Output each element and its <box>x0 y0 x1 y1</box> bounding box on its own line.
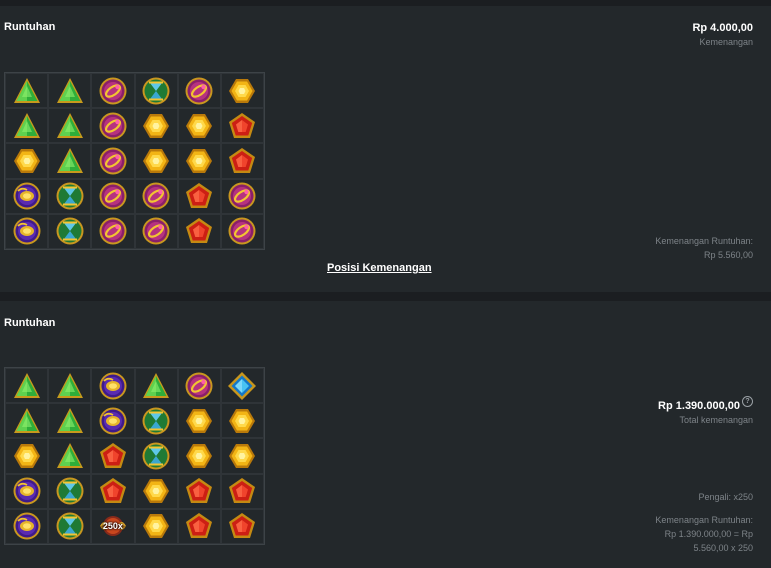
purple-ring-icon <box>134 178 178 214</box>
teal-hourglass-icon <box>48 213 92 249</box>
green-triangle-icon <box>5 368 49 404</box>
green-triangle-icon <box>48 143 92 179</box>
red-pentagon-icon <box>177 508 221 544</box>
purple-scarab-icon <box>91 368 135 404</box>
gold-hexagon-icon <box>134 473 178 509</box>
purple-ring-icon <box>91 178 135 214</box>
panel-title: Runtuhan <box>4 317 56 329</box>
win-label: Kemenangan <box>699 37 753 47</box>
gold-hexagon-icon <box>5 438 49 474</box>
cascade-win-label: Kemenangan Runtuhan: <box>655 515 753 525</box>
green-triangle-icon <box>134 368 178 404</box>
cascade-panel-1: Runtuhan Rp 4.000,00 Kemenangan Kemenang… <box>0 6 771 292</box>
purple-ring-icon <box>177 73 221 109</box>
teal-hourglass-icon <box>134 438 178 474</box>
red-pentagon-icon <box>220 473 264 509</box>
purple-ring-icon <box>91 108 135 144</box>
panel-title: Runtuhan <box>4 21 56 33</box>
win-summary: Rp 4.000,00 Kemenangan <box>692 22 753 47</box>
total-win-label: Total kemenangan <box>679 415 753 425</box>
total-win-amount: Rp 1.390.000,00 <box>658 400 740 412</box>
purple-ring-icon <box>91 143 135 179</box>
win-amount: Rp 4.000,00 <box>692 22 753 34</box>
gold-hexagon-icon <box>134 143 178 179</box>
purple-scarab-icon <box>5 178 49 214</box>
gold-hexagon-icon <box>5 143 49 179</box>
green-triangle-icon <box>48 368 92 404</box>
gold-hexagon-icon <box>177 108 221 144</box>
cascade-win-info: Kemenangan Runtuhan: Rp 5.560,00 <box>655 234 753 262</box>
gold-hexagon-icon <box>220 438 264 474</box>
red-pentagon-icon <box>177 473 221 509</box>
multiplier-badge: 250x <box>102 521 123 532</box>
red-pentagon-icon <box>220 108 264 144</box>
green-triangle-icon <box>5 108 49 144</box>
multiplier-orb-icon: 250x <box>91 508 135 544</box>
gold-hexagon-icon <box>134 508 178 544</box>
cascade-win-formula-1: Rp 1.390.000,00 = Rp <box>664 529 753 539</box>
gold-hexagon-icon <box>134 108 178 144</box>
gold-hexagon-icon <box>177 143 221 179</box>
gold-hexagon-icon <box>177 403 221 439</box>
purple-scarab-icon <box>91 403 135 439</box>
teal-hourglass-icon <box>134 403 178 439</box>
purple-ring-icon <box>91 213 135 249</box>
red-pentagon-icon <box>177 178 221 214</box>
cascade-panel-2: Runtuhan 250x Rp 1.390.000,00? Total kem… <box>0 301 771 568</box>
blue-diamond-icon <box>220 368 264 404</box>
purple-ring-icon <box>220 178 264 214</box>
cascade-win-value: Rp 5.560,00 <box>703 250 753 260</box>
gold-hexagon-icon <box>220 403 264 439</box>
purple-scarab-icon <box>5 213 49 249</box>
green-triangle-icon <box>5 73 49 109</box>
red-pentagon-icon <box>91 438 135 474</box>
purple-scarab-icon <box>5 508 49 544</box>
cascade-win-info: Kemenangan Runtuhan: Rp 1.390.000,00 = R… <box>655 513 753 555</box>
teal-hourglass-icon <box>134 73 178 109</box>
purple-scarab-icon <box>5 473 49 509</box>
red-pentagon-icon <box>91 473 135 509</box>
green-triangle-icon <box>5 403 49 439</box>
red-pentagon-icon <box>177 213 221 249</box>
purple-ring-icon <box>177 368 221 404</box>
multiplier-info: Pengali: x250 <box>698 492 753 502</box>
green-triangle-icon <box>48 438 92 474</box>
gold-hexagon-icon <box>220 73 264 109</box>
teal-hourglass-icon <box>48 508 92 544</box>
symbol-grid: 250x <box>4 367 265 545</box>
green-triangle-icon <box>48 108 92 144</box>
cascade-win-formula-2: 5.560,00 x 250 <box>693 543 753 553</box>
total-win-summary: Rp 1.390.000,00? Total kemenangan <box>658 396 753 425</box>
green-triangle-icon <box>48 403 92 439</box>
winning-positions-link[interactable]: Posisi Kemenangan <box>327 262 432 274</box>
purple-ring-icon <box>91 73 135 109</box>
red-pentagon-icon <box>220 508 264 544</box>
purple-ring-icon <box>134 213 178 249</box>
cascade-win-label: Kemenangan Runtuhan: <box>655 236 753 246</box>
symbol-grid <box>4 72 265 250</box>
red-pentagon-icon <box>220 143 264 179</box>
gold-hexagon-icon <box>177 438 221 474</box>
green-triangle-icon <box>48 73 92 109</box>
purple-ring-icon <box>220 213 264 249</box>
teal-hourglass-icon <box>48 473 92 509</box>
help-icon[interactable]: ? <box>742 396 753 407</box>
teal-hourglass-icon <box>48 178 92 214</box>
